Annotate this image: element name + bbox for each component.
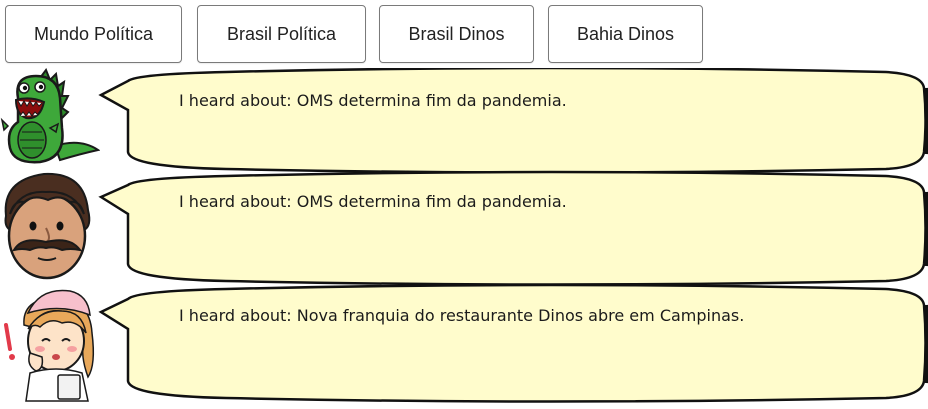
message-row: I heard about: OMS determina fim da pand…	[0, 170, 928, 285]
speech-bubble	[98, 170, 928, 285]
message-row: I heard about: Nova franquia do restaura…	[0, 285, 928, 405]
message-text: I heard about: OMS determina fim da pand…	[179, 192, 567, 211]
tab-brasil-politica[interactable]: Brasil Política	[197, 5, 366, 63]
speech-bubble	[98, 285, 928, 403]
tab-bahia-dinos[interactable]: Bahia Dinos	[548, 5, 703, 63]
message-text: I heard about: Nova franquia do restaura…	[179, 306, 745, 325]
message-text: I heard about: OMS determina fim da pand…	[179, 91, 567, 110]
nurse-icon	[4, 289, 95, 402]
tab-mundo-politica[interactable]: Mundo Política	[5, 5, 182, 63]
mustache-man-icon	[4, 172, 91, 280]
dinosaur-icon	[0, 68, 100, 164]
tab-brasil-dinos[interactable]: Brasil Dinos	[379, 5, 534, 63]
message-row: I heard about: OMS determina fim da pand…	[0, 68, 928, 173]
speech-bubble	[98, 68, 928, 173]
